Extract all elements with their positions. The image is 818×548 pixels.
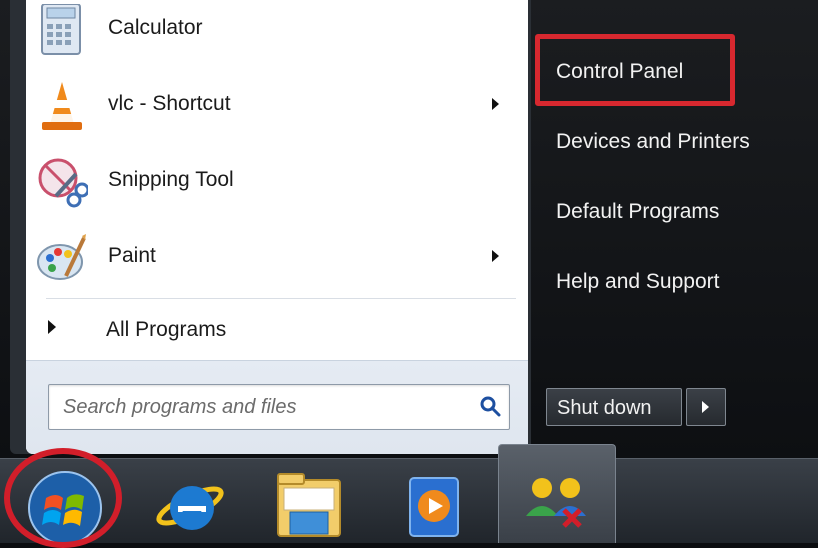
shutdown-label: Shut down — [557, 397, 652, 419]
vlc-cone-icon — [42, 82, 82, 130]
program-item-vlc[interactable]: vlc - Shortcut — [26, 74, 528, 138]
media-player-icon[interactable] — [398, 470, 472, 542]
devices-and-printers-link[interactable]: Devices and Printers — [556, 130, 750, 154]
program-label: vlc - Shortcut — [108, 92, 231, 115]
calculator-icon — [41, 4, 81, 55]
program-item-snipping-tool[interactable]: Snipping Tool — [26, 150, 528, 214]
submenu-arrow-icon[interactable] — [492, 98, 499, 110]
search-box[interactable] — [48, 384, 510, 430]
program-item-paint[interactable]: Paint — [26, 226, 528, 290]
start-orb-highlight — [4, 448, 122, 548]
windows-explorer-icon[interactable] — [270, 470, 350, 542]
chevron-right-icon — [702, 401, 709, 413]
program-label: Snipping Tool — [108, 168, 234, 191]
snipping-tool-icon — [38, 158, 88, 208]
shutdown-options-button[interactable] — [686, 388, 726, 426]
help-and-support-link[interactable]: Help and Support — [556, 270, 719, 294]
users-icon[interactable] — [512, 466, 600, 542]
program-label: Calculator — [108, 16, 203, 39]
programs-pane: Calculator vlc - Shortcut Snipping Tool — [26, 0, 528, 454]
search-icon[interactable] — [479, 395, 501, 417]
paint-palette-icon — [37, 234, 86, 280]
program-item-calculator[interactable]: Calculator — [26, 0, 528, 62]
submenu-arrow-icon[interactable] — [492, 250, 499, 262]
program-label: Paint — [108, 244, 156, 267]
start-menu: Calculator vlc - Shortcut Snipping Tool — [0, 0, 818, 458]
internet-explorer-icon[interactable] — [150, 462, 230, 542]
control-panel-highlight — [535, 34, 735, 106]
divider — [46, 298, 516, 299]
shutdown-button[interactable]: Shut down — [546, 388, 682, 426]
all-programs-item[interactable]: All Programs — [26, 306, 528, 352]
search-input[interactable] — [61, 393, 445, 421]
expand-arrow-icon — [48, 320, 56, 334]
all-programs-label: All Programs — [106, 318, 227, 341]
default-programs-link[interactable]: Default Programs — [556, 200, 719, 224]
